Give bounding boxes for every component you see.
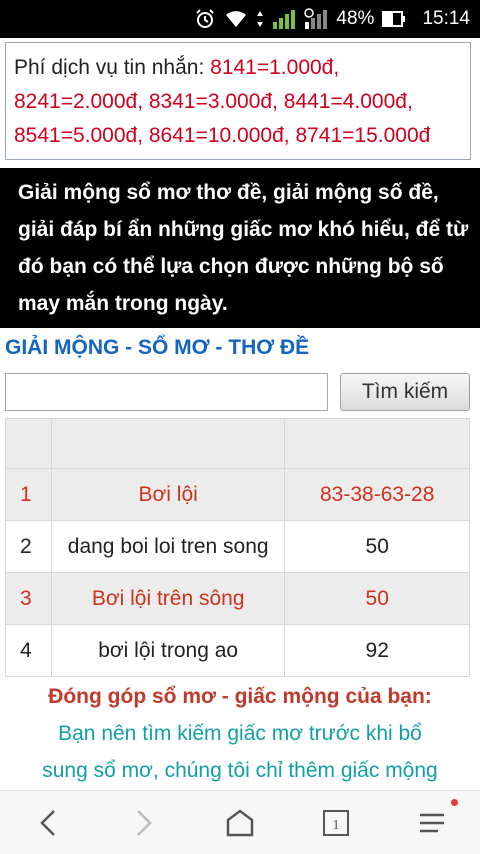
- browser-nav-bar: 1: [0, 790, 480, 854]
- intro-text: Giải mộng sổ mơ thơ đề, giải mộng số đề,…: [0, 168, 480, 328]
- contribute-section: Đóng góp sổ mơ - giấc mộng của bạn: Bạn …: [0, 678, 480, 789]
- row-index: 3: [5, 572, 52, 625]
- search-input[interactable]: [5, 373, 328, 411]
- table-row[interactable]: 2 dang boi loi tren song 50: [5, 520, 470, 573]
- search-button[interactable]: Tìm kiếm: [340, 373, 470, 411]
- clock: 15:14: [422, 8, 470, 29]
- status-bar: 1 48% 15:14: [0, 0, 480, 38]
- fee-line3: 8541=5.000đ, 8641=10.000đ, 8741=15.000đ: [14, 124, 431, 147]
- signal-sim1-icon: 1: [272, 8, 296, 30]
- signal-sim2-icon: [304, 8, 328, 30]
- header-cell: [284, 418, 470, 469]
- dream-name[interactable]: bơi lội trong ao: [50, 624, 286, 677]
- back-button[interactable]: [26, 801, 70, 845]
- menu-icon: [420, 813, 444, 833]
- lucky-numbers: 50: [284, 520, 470, 573]
- contribute-title: Đóng góp sổ mơ - giấc mộng của bạn:: [48, 685, 432, 708]
- fee-line2: 8241=2.000đ, 8341=3.000đ, 8441=4.000đ,: [14, 90, 413, 113]
- menu-button[interactable]: [410, 801, 454, 845]
- results-table: 1 Bơi lội 83-38-63-28 2 dang boi loi tre…: [5, 418, 470, 677]
- lucky-numbers: 83-38-63-28: [284, 468, 470, 521]
- dream-name[interactable]: Bơi lội: [50, 468, 286, 521]
- home-icon: [226, 809, 254, 837]
- back-icon: [40, 810, 55, 836]
- contribute-note-line2: sung sổ mơ, chúng tôi chỉ thêm giấc mộng: [42, 759, 438, 782]
- forward-icon: [137, 810, 152, 836]
- fee-label: Phí dịch vụ tin nhắn:: [14, 56, 211, 79]
- battery-icon: [382, 10, 406, 28]
- notification-dot: [451, 799, 458, 806]
- svg-text:1: 1: [278, 10, 283, 20]
- alarm-icon: [194, 8, 216, 30]
- table-row[interactable]: 1 Bơi lội 83-38-63-28: [5, 468, 470, 521]
- fee-line1: 8141=1.000đ,: [210, 56, 340, 79]
- wifi-icon: [224, 9, 248, 29]
- web-page: Phí dịch vụ tin nhắn: 8141=1.000đ, 8241=…: [0, 38, 480, 790]
- sms-fee-box: Phí dịch vụ tin nhắn: 8141=1.000đ, 8241=…: [5, 42, 471, 160]
- header-cell: [50, 418, 286, 469]
- table-header-row: [5, 418, 470, 469]
- data-transfer-icon: [256, 9, 264, 29]
- forward-button[interactable]: [122, 801, 166, 845]
- svg-text:1: 1: [333, 818, 340, 833]
- table-row[interactable]: 3 Bơi lội trên sông 50: [5, 572, 470, 625]
- tabs-button[interactable]: 1: [314, 801, 358, 845]
- contribute-note-line1: Bạn nên tìm kiếm giấc mơ trước khi bổ: [58, 722, 422, 745]
- battery-percent: 48%: [336, 8, 375, 29]
- tabs-icon: 1: [323, 810, 349, 836]
- lucky-numbers: 50: [284, 572, 470, 625]
- row-index: 4: [5, 624, 52, 677]
- section-title: GIẢI MỘNG - SỔ MƠ - THƠ ĐỀ: [5, 336, 310, 359]
- table-row[interactable]: 4 bơi lội trong ao 92: [5, 624, 470, 677]
- header-cell: [5, 418, 52, 469]
- dream-name[interactable]: dang boi loi tren song: [50, 520, 286, 573]
- lucky-numbers: 92: [284, 624, 470, 677]
- row-index: 1: [5, 468, 52, 521]
- row-index: 2: [5, 520, 52, 573]
- dream-name[interactable]: Bơi lội trên sông: [50, 572, 286, 625]
- home-button[interactable]: [218, 801, 262, 845]
